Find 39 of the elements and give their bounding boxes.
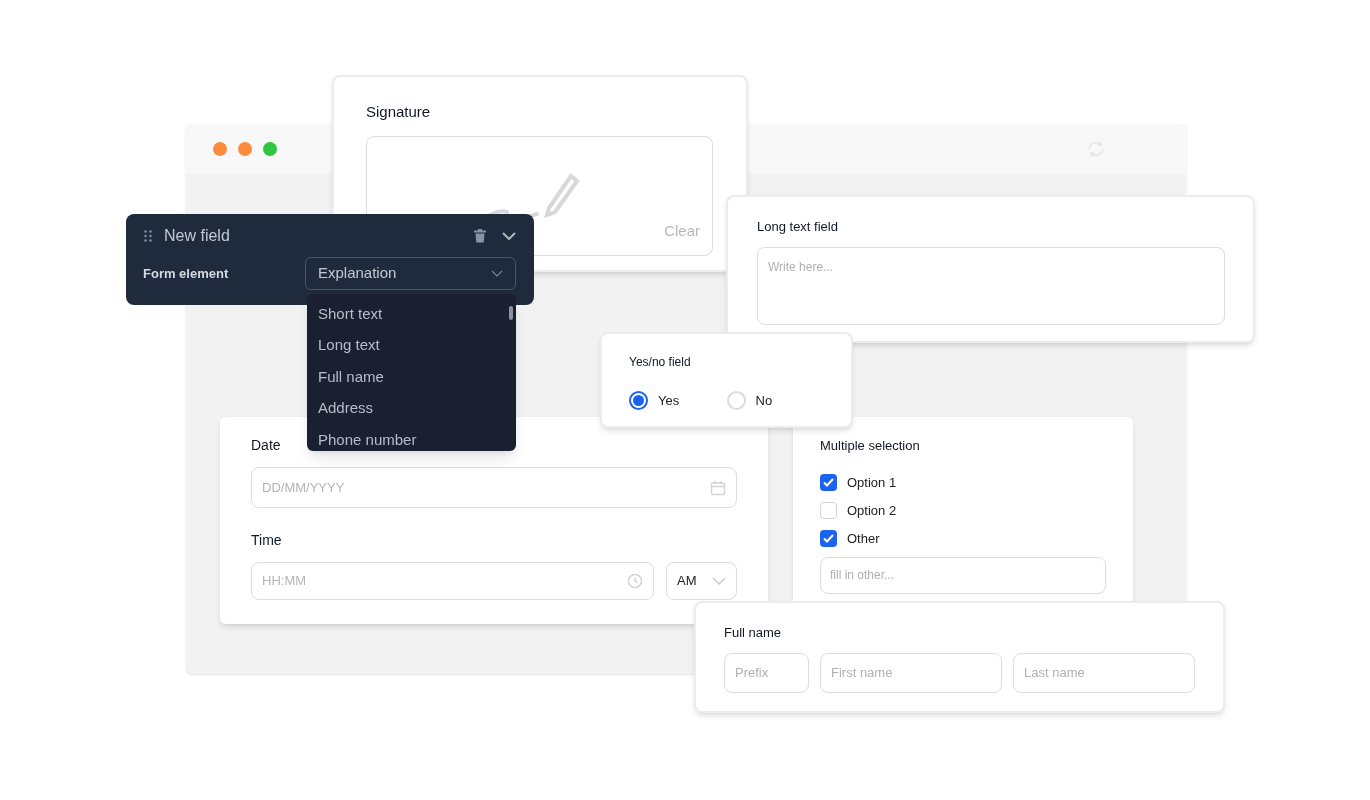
scrollbar-thumb [509, 306, 513, 320]
input-field[interactable]: Last name [1013, 652, 1195, 693]
field-label: Time [251, 531, 282, 550]
field-label: Multiple selection [820, 437, 921, 455]
input-field[interactable]: First name [820, 652, 1002, 693]
menu-item[interactable]: Short text [307, 298, 516, 330]
checkbox[interactable] [820, 474, 837, 491]
field-label: Date [251, 436, 281, 455]
form-element-dropdown[interactable]: Explanation [305, 257, 516, 290]
input-field[interactable]: Prefix [724, 652, 809, 693]
menu-item[interactable]: Address [307, 392, 516, 424]
option-label: No [755, 392, 773, 410]
text-area[interactable]: Write here... [757, 246, 1225, 325]
option-label: Other [847, 529, 880, 548]
field-label: Long text field [757, 218, 839, 236]
field-label: Form element [143, 264, 229, 283]
calendar-icon [710, 479, 726, 496]
field-title: New field [164, 226, 231, 246]
menu-item[interactable]: Full name [307, 361, 516, 393]
chevron-down-icon [712, 577, 726, 585]
radio-button[interactable] [629, 391, 648, 411]
menu-item[interactable]: Long text [307, 329, 516, 361]
chevron-down-icon [491, 270, 503, 277]
field-label: Yes/no field [629, 354, 692, 371]
input-field[interactable]: fill in other... [820, 556, 1106, 594]
menu-item[interactable]: Phone number [307, 424, 516, 451]
option-label: Yes [658, 392, 680, 410]
checkbox[interactable] [820, 530, 837, 547]
clock-icon [627, 573, 644, 589]
field-label: Signature [366, 102, 432, 122]
drag-handle-icon [144, 230, 152, 242]
period-dropdown[interactable]: AM [666, 562, 737, 600]
check-icon [823, 534, 834, 543]
delete-button[interactable] [473, 228, 487, 244]
field-label: Full name [724, 624, 783, 642]
option-label: Option 2 [847, 501, 897, 520]
checkbox[interactable] [820, 502, 837, 519]
check-icon [823, 478, 834, 487]
option-label: Option 1 [847, 473, 897, 492]
